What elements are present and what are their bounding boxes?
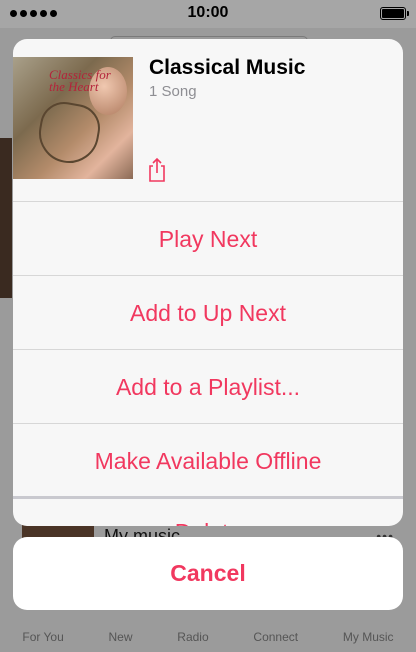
- delete-button[interactable]: Delete: [13, 499, 403, 526]
- battery-icon: [380, 7, 409, 20]
- add-to-up-next-button[interactable]: Add to Up Next: [13, 275, 403, 350]
- background-artwork: [0, 138, 12, 298]
- status-bar: 10:00: [0, 0, 416, 28]
- make-available-offline-button[interactable]: Make Available Offline: [13, 423, 403, 498]
- tab-radio: Radio: [177, 630, 209, 644]
- album-title: Classical Music: [149, 56, 306, 79]
- artwork-title: Classics for the Heart: [49, 67, 111, 94]
- share-icon[interactable]: [145, 157, 169, 183]
- album-artwork: Classics for the Heart: [13, 57, 133, 179]
- tab-for-you: For You: [22, 630, 64, 644]
- tab-my-music: My Music: [342, 630, 394, 644]
- album-subtitle: 1 Song: [149, 83, 197, 100]
- sheet-header: Classics for the Heart Classical Music 1…: [13, 39, 403, 201]
- status-time: 10:00: [187, 4, 229, 21]
- add-to-playlist-button[interactable]: Add to a Playlist...: [13, 349, 403, 424]
- tab-bar: For You New Radio Connect My Music: [0, 630, 416, 652]
- tab-new: New: [108, 630, 133, 644]
- action-sheet: Classics for the Heart Classical Music 1…: [13, 39, 403, 526]
- play-next-button[interactable]: Play Next: [13, 201, 403, 276]
- tab-connect: Connect: [253, 630, 299, 644]
- cancel-button[interactable]: Cancel: [13, 537, 403, 610]
